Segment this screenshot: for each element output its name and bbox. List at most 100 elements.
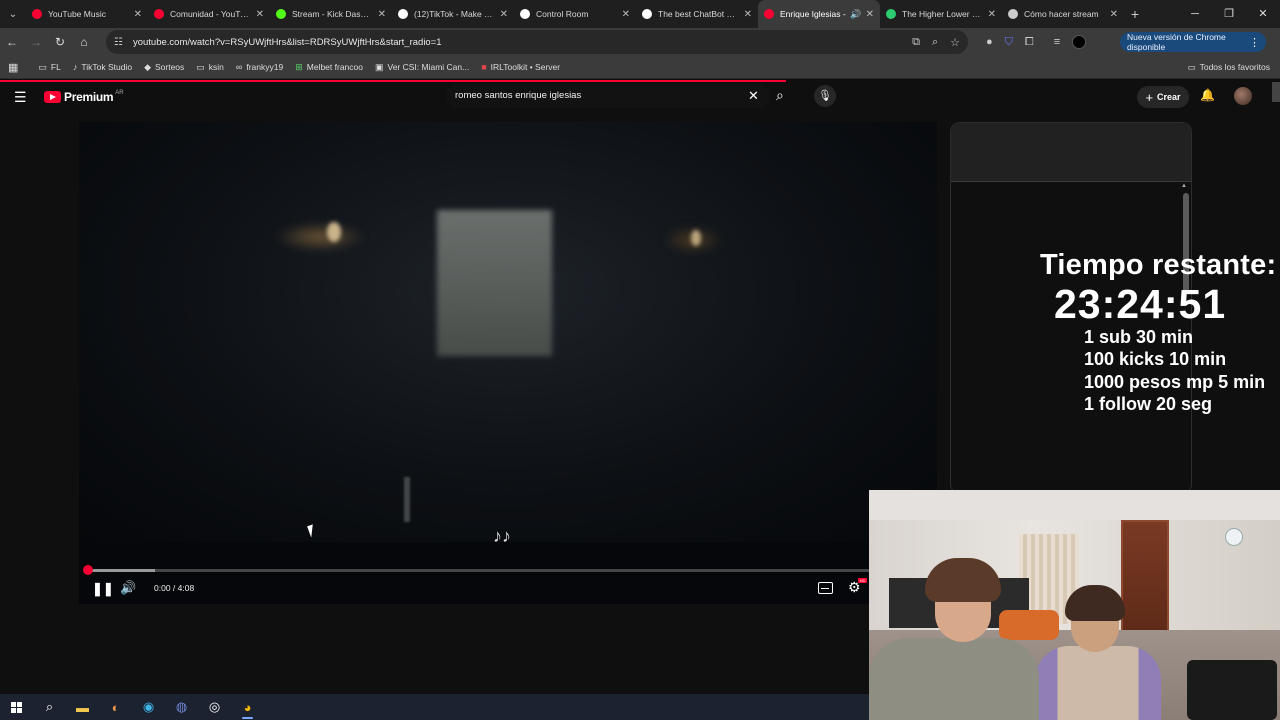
new-tab-button[interactable]: + (1124, 6, 1146, 22)
site-info-icon[interactable]: ☷ (114, 37, 123, 48)
menu-icon[interactable]: ☰ (14, 89, 27, 106)
brand-label: Premium (64, 90, 114, 104)
tab-favicon-icon (520, 9, 530, 19)
bookmark-item[interactable]: ▭ ksin (196, 62, 224, 73)
browser-tab[interactable]: Comunidad - YouTube ✕ (148, 0, 270, 28)
update-label: Nueva versión de Chrome disponible (1127, 32, 1226, 52)
webcam-person (1029, 580, 1161, 720)
overlay-rule: 1 follow 20 seg (1084, 394, 1213, 414)
bookmark-item[interactable]: ∞ frankyy19 (236, 62, 283, 73)
volume-icon[interactable]: 🔊 (120, 580, 136, 596)
tab-search-icon[interactable]: ⌄ (0, 0, 26, 28)
bookmarks-bar: ▦ ▭ FL ♪ TikTok Studio ◆ Sorteos ▭ ksin ∞ frankyy… (0, 56, 1280, 79)
tab-close-icon[interactable]: ✕ (134, 9, 142, 20)
chrome-update-button[interactable]: Nueva versión de Chrome disponible ⋮ (1120, 32, 1266, 52)
tab-title: The best ChatBot and (658, 9, 740, 19)
tab-title: YouTube Music (48, 9, 106, 19)
tab-close-icon[interactable]: ✕ (1110, 9, 1118, 20)
home-icon[interactable]: ⌂ (72, 35, 96, 49)
cast-icon[interactable]: ⧉ (912, 36, 920, 49)
server-icon: ■ (481, 62, 487, 72)
tab-close-icon[interactable]: ✕ (500, 9, 508, 20)
bookmark-star-icon[interactable]: ☆ (950, 36, 960, 49)
progress-bar[interactable] (88, 569, 928, 572)
tab-close-icon[interactable]: ✕ (256, 9, 264, 20)
bookmark-item[interactable]: ⊞ Melbet francoo (295, 62, 363, 73)
browser-tab[interactable]: The Higher Lower Game ✕ (880, 0, 1002, 28)
tab-close-icon[interactable]: ✕ (378, 9, 386, 20)
bookmark-item[interactable]: ♪ TikTok Studio (73, 62, 132, 73)
tab-close-icon[interactable]: ✕ (866, 9, 874, 20)
page-scrollbar[interactable] (1272, 82, 1280, 102)
discord-icon[interactable]: ◍ (165, 694, 198, 720)
youtube-logo[interactable]: Premium AR (44, 90, 124, 104)
extension-shield-icon[interactable]: ⛉ (1005, 36, 1013, 49)
browser-tab[interactable]: The best ChatBot and ✕ (636, 0, 758, 28)
search-query[interactable]: romeo santos enrique iglesias (455, 90, 581, 101)
bookmark-item[interactable]: ▭ FL (38, 62, 60, 73)
taskbar: ⌕ ▬ ◐ ◉ ◍ ◎ ◕ (0, 694, 869, 720)
pause-icon[interactable]: ❚❚ (92, 581, 114, 597)
more-vert-icon[interactable]: ⋮ (1249, 36, 1260, 49)
avatar[interactable] (1234, 87, 1252, 105)
youtube-play-icon (44, 91, 61, 103)
tab-audio-icon[interactable]: 🔊 (850, 9, 861, 20)
overlay-timer: 23:24:51 (1054, 281, 1227, 327)
notifications-bell-icon[interactable]: 🔔 (1200, 88, 1215, 102)
tab-close-icon[interactable]: ✕ (622, 9, 630, 20)
side-panel-header (951, 123, 1191, 182)
back-icon[interactable]: ← (0, 35, 24, 49)
obs-icon[interactable]: ◎ (198, 694, 231, 720)
webcam-ceiling (869, 490, 1280, 520)
tab-close-icon[interactable]: ✕ (744, 9, 752, 20)
media-control-icon[interactable]: ≡ (1054, 36, 1060, 48)
address-bar[interactable]: ☷ youtube.com/watch?v=RSyUWjftHrs&list=R… (106, 30, 968, 54)
hd-badge: HD (858, 578, 867, 583)
browser-tab[interactable]: Control Room ✕ (514, 0, 636, 28)
bookmark-item[interactable]: ◆ Sorteos (144, 62, 184, 73)
zoom-icon[interactable]: ⌕ (932, 36, 938, 49)
folder-icon: ▭ (196, 61, 205, 72)
country-code: AR (115, 90, 124, 96)
scroll-up-icon[interactable]: ▲ (1181, 183, 1187, 189)
apps-grid-icon[interactable]: ▦ (8, 61, 18, 74)
create-button[interactable]: + Crear (1137, 86, 1189, 108)
microphone-icon[interactable]: 🎙 (814, 85, 836, 107)
webcam-feed (869, 490, 1280, 720)
video-player[interactable]: ♪♪ ❚❚ 🔊 0:00 / 4:08 ⚙ HD (79, 122, 937, 604)
restore-icon[interactable]: ❐ (1212, 0, 1246, 28)
url-text[interactable]: youtube.com/watch?v=RSyUWjftHrs&list=RDR… (133, 37, 442, 48)
file-explorer-icon[interactable]: ▬ (66, 694, 99, 720)
bookmark-item[interactable]: ■ IRLToolkit • Server (481, 62, 560, 73)
app-icon[interactable]: ◐ (99, 694, 132, 720)
plus-icon: + (1145, 89, 1154, 105)
subtitles-icon[interactable] (818, 582, 833, 594)
browser-tab[interactable]: YouTube Music ✕ (26, 0, 148, 28)
close-window-icon[interactable]: ✕ (1246, 0, 1280, 28)
tab-favicon-icon (886, 9, 896, 19)
extensions-puzzle-icon[interactable]: ⧠ (1025, 36, 1034, 49)
search-input[interactable]: romeo santos enrique iglesias ✕ (446, 84, 770, 108)
reload-icon[interactable]: ↻ (48, 35, 72, 49)
browser-tab[interactable]: (12)TikTok - Make Your Day ✕ (392, 0, 514, 28)
bookmark-item[interactable]: ▣ Ver CSI: Miami Can... (375, 62, 469, 73)
all-bookmarks[interactable]: ▭ Todos los favoritos (1188, 56, 1270, 78)
windows-start-icon[interactable] (0, 694, 33, 720)
profile-icon[interactable] (1072, 35, 1087, 49)
search-icon[interactable]: ⌕ (776, 87, 784, 104)
overlay-rule: 100 kicks 10 min (1084, 349, 1227, 369)
browser-tab[interactable]: Stream - Kick Dashboard ✕ (270, 0, 392, 28)
clear-search-icon[interactable]: ✕ (748, 88, 759, 104)
tab-close-icon[interactable]: ✕ (988, 9, 996, 20)
video-pole (404, 477, 410, 522)
folder-icon: ▭ (38, 61, 47, 72)
extension-drop-icon[interactable]: ● (986, 36, 993, 48)
browser-tab[interactable]: Enrique Iglesias - 🔊 ✕ (758, 0, 880, 28)
taskbar-search-icon[interactable]: ⌕ (33, 694, 66, 720)
browser-tab[interactable]: Cómo hacer stream ✕ (1002, 0, 1124, 28)
minimize-icon[interactable]: ─ (1178, 0, 1212, 28)
chrome-icon[interactable]: ◕ (231, 694, 264, 720)
edge-icon[interactable]: ◉ (132, 694, 165, 720)
bookmark-label: Ver CSI: Miami Can... (387, 62, 470, 72)
forward-icon[interactable]: → (24, 35, 48, 49)
